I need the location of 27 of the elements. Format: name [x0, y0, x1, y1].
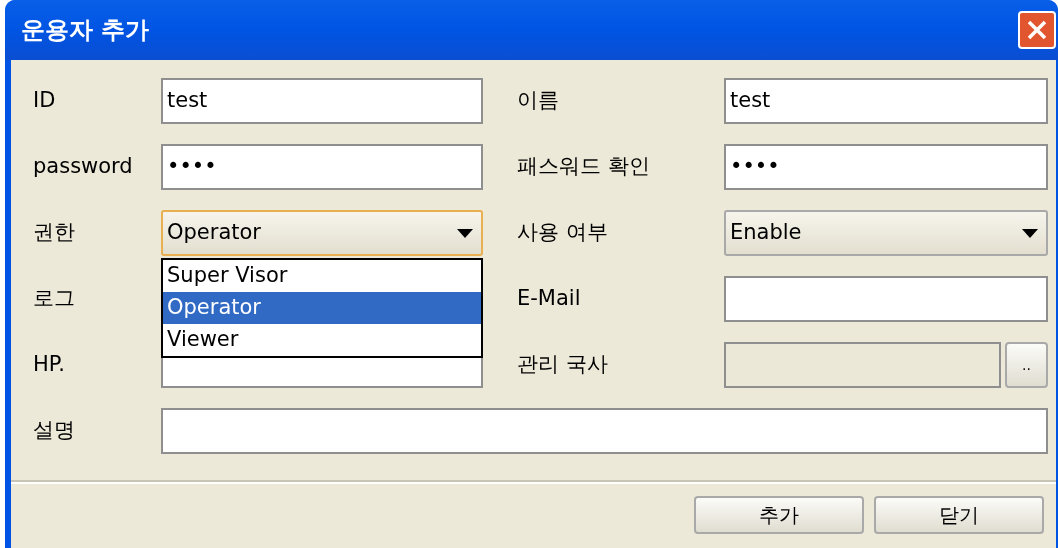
input-field[interactable]: ••••: [724, 144, 1048, 190]
field-label: ID: [33, 87, 57, 115]
close-button[interactable]: [1018, 11, 1056, 49]
input-field[interactable]: [724, 276, 1048, 322]
field-label: E-Mail: [517, 285, 582, 313]
field-label: HP.: [33, 351, 66, 379]
dialog-button[interactable]: 닫기: [874, 496, 1044, 534]
dialog-button[interactable]: 추가: [694, 496, 864, 534]
input-field[interactable]: [161, 408, 1048, 454]
close-icon: [1026, 19, 1048, 41]
dropdown[interactable]: Operator: [161, 210, 483, 256]
field-label: 로그: [33, 285, 76, 313]
field-label: 사용 여부: [517, 219, 609, 247]
field-label: 권한: [33, 219, 76, 247]
caret-icon: [1022, 228, 1038, 238]
dropdown-option[interactable]: Operator: [163, 292, 481, 324]
caret-icon: [457, 228, 473, 238]
field-label: 이름: [517, 87, 560, 115]
window-title: 운용자 추가: [21, 15, 151, 46]
field-label: 패스워드 확인: [517, 153, 651, 181]
input-field[interactable]: ••••: [161, 144, 483, 190]
input-field[interactable]: test: [161, 78, 483, 124]
field-label: 관리 국사: [517, 351, 609, 379]
input-field[interactable]: test: [724, 78, 1048, 124]
dropdown[interactable]: Enable: [724, 210, 1048, 256]
field-label: 설명: [33, 417, 76, 445]
field-label: password: [33, 153, 134, 181]
